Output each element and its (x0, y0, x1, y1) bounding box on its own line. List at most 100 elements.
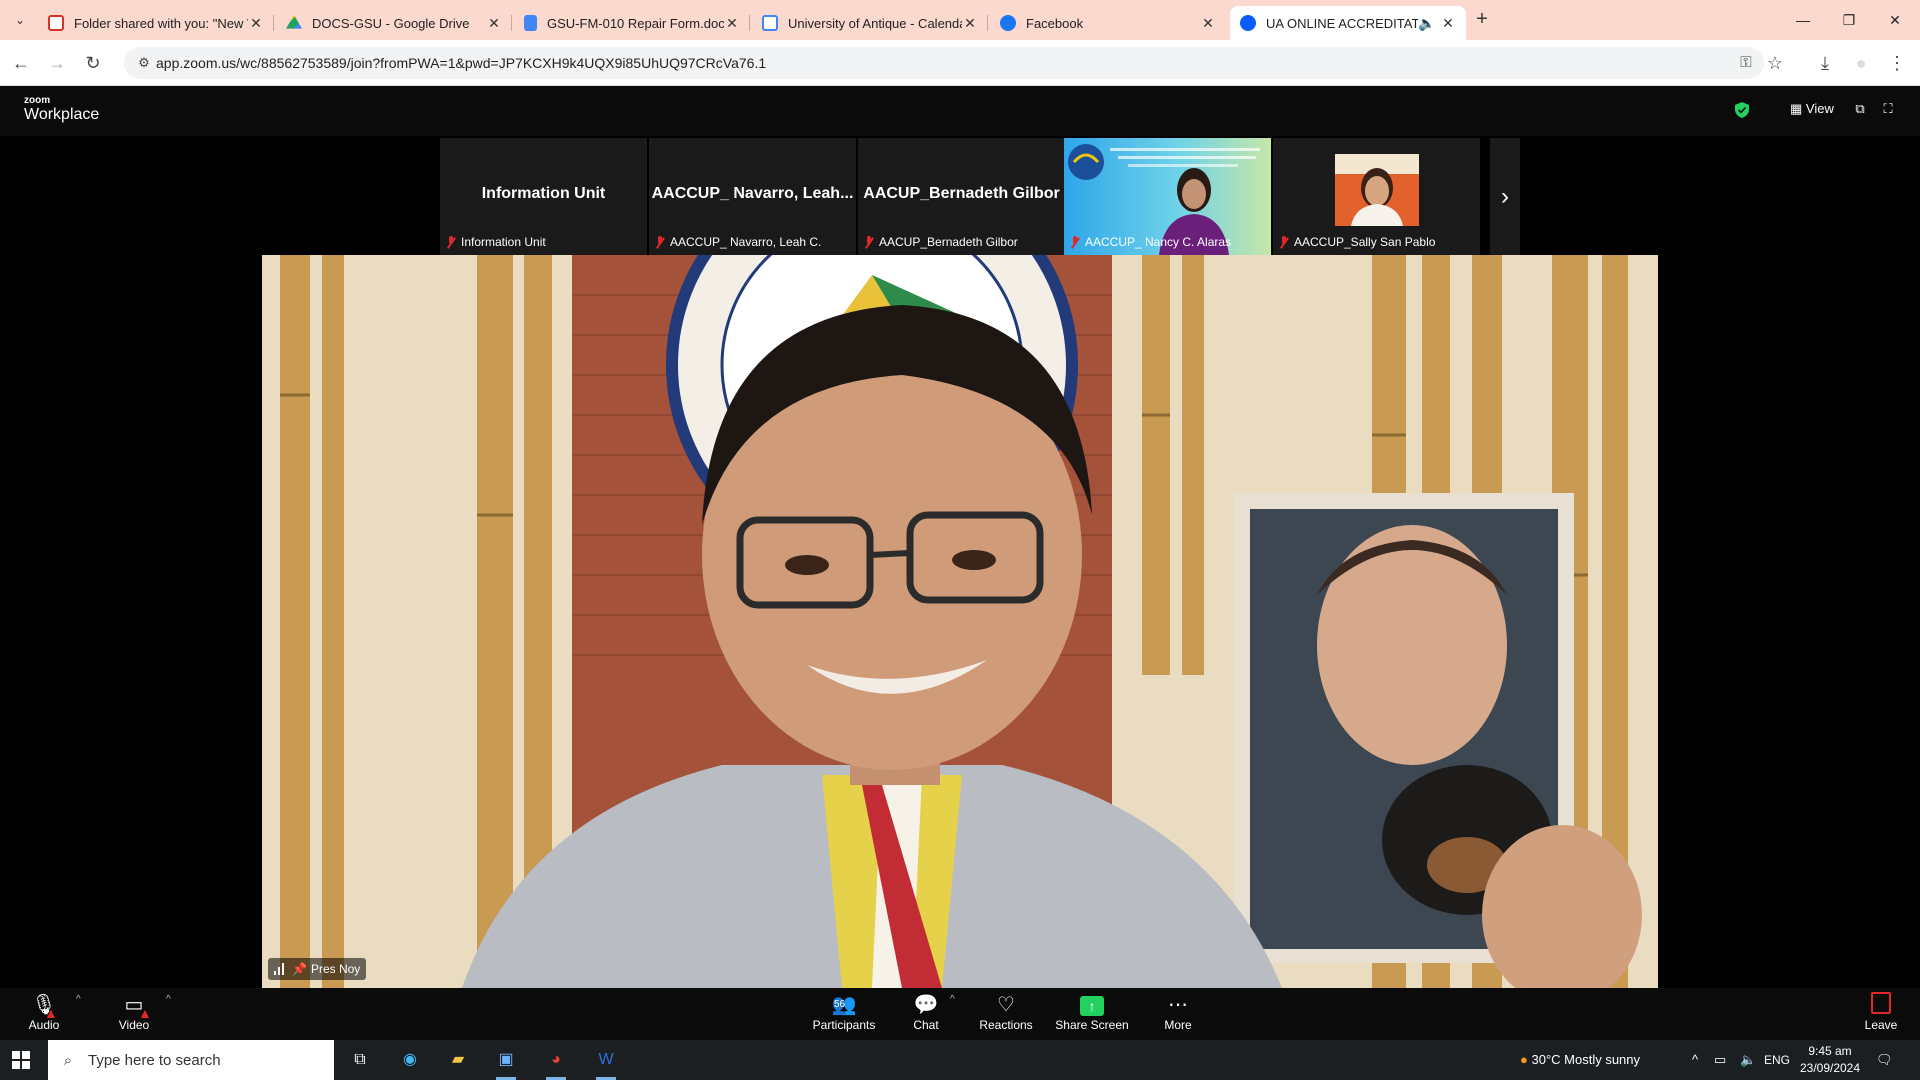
task-view-icon[interactable]: ⧉ (340, 1044, 380, 1076)
participant-tile[interactable]: AACUP_Bernadeth Gilbor AACUP_Bernadeth G… (858, 138, 1065, 255)
tab-title: Folder shared with you: "New V (74, 15, 248, 31)
participants-button[interactable]: 👥 56 Participants (808, 992, 880, 1038)
file-explorer-icon[interactable]: ▰ (438, 1044, 478, 1076)
more-button[interactable]: ⋯ More (1156, 992, 1200, 1038)
mic-muted-icon (1070, 236, 1080, 248)
minimize-meeting-icon[interactable]: ⧉ (1850, 101, 1870, 119)
tab-title: Facebook (1026, 15, 1084, 31)
audio-options-caret-icon[interactable]: ^ (76, 994, 81, 1005)
participant-tile[interactable]: Information Unit Information Unit (440, 138, 647, 255)
weather-widget[interactable]: ● 30°C Mostly sunny (1520, 1040, 1640, 1080)
grid-icon: ▦ (1790, 101, 1806, 116)
reactions-button[interactable]: ♡ Reactions (974, 992, 1038, 1038)
back-icon[interactable]: ← (8, 50, 34, 76)
tab-title: GSU-FM-010 Repair Form.docx (547, 15, 724, 31)
browser-tab[interactable]: GSU-FM-010 Repair Form.docx ✕ (514, 6, 750, 40)
password-key-icon[interactable]: ⚿ (1734, 53, 1758, 73)
calendar-icon (762, 15, 778, 31)
participant-tile-video[interactable]: AACCUP_Sally San Pablo (1273, 138, 1480, 255)
minimize-icon[interactable]: — (1780, 0, 1826, 40)
browser-tab-strip: ⌄ Folder shared with you: "New V ✕ DOCS-… (0, 0, 1920, 40)
fullscreen-icon[interactable]: ⛶ (1878, 101, 1898, 119)
forward-icon[interactable]: → (44, 50, 70, 76)
windows-taskbar: ⌕ Type here to search ⧉ ◉ ▰ ▣ ◕ W ● 30°C… (0, 1040, 1920, 1080)
restore-icon[interactable]: ❐ (1826, 0, 1872, 40)
chrome-menu-icon[interactable]: ⋮ (1884, 50, 1910, 76)
close-tab-icon[interactable]: ✕ (1200, 15, 1216, 32)
notifications-icon[interactable]: 🗨 (1876, 1040, 1893, 1080)
browser-tab[interactable]: Facebook ✕ (990, 6, 1226, 40)
close-tab-icon[interactable]: ✕ (486, 15, 502, 32)
mic-muted-icon: 🎙 ▲ (31, 994, 58, 1021)
share-screen-icon: ↑ (1052, 992, 1132, 1018)
encryption-shield-icon[interactable] (1735, 102, 1749, 118)
close-tab-icon[interactable]: ✕ (962, 15, 978, 32)
signal-strength-icon (274, 963, 286, 975)
tab-title: UA ONLINE ACCREDITATIO (1266, 15, 1418, 31)
drive-icon (286, 15, 302, 29)
video-options-caret-icon[interactable]: ^ (166, 994, 171, 1005)
close-tab-icon[interactable]: ✕ (248, 15, 264, 32)
browser-tab[interactable]: DOCS-GSU - Google Drive ✕ (276, 6, 512, 40)
browser-tab-active[interactable]: UA ONLINE ACCREDITATIO 🔈 ✕ (1230, 6, 1466, 40)
taskbar-search-box[interactable]: ⌕ Type here to search (48, 1040, 334, 1080)
mic-muted-icon (446, 236, 456, 248)
close-tab-icon[interactable]: ✕ (1440, 15, 1456, 32)
close-window-icon[interactable]: ✕ (1872, 0, 1918, 40)
bookmark-star-icon[interactable]: ☆ (1762, 50, 1788, 76)
network-icon[interactable]: ▭ (1714, 1040, 1726, 1080)
facebook-icon (1000, 15, 1016, 31)
speaker-video-feed (262, 255, 1658, 988)
tab-title: DOCS-GSU - Google Drive (312, 15, 470, 31)
app-window-icon[interactable]: ▣ (486, 1044, 526, 1080)
participant-tile-video[interactable]: AACCUP_ Nancy C. Alaras (1064, 138, 1271, 255)
video-off-icon: ▭ ▲ (124, 994, 152, 1021)
mic-muted-icon (1279, 236, 1289, 248)
participant-tile[interactable]: AACCUP_ Navarro, Leah... AACCUP_ Navarro… (649, 138, 856, 255)
reload-icon[interactable]: ↻ (80, 50, 106, 76)
video-button[interactable]: ▭ ▲ Video (112, 992, 156, 1038)
active-speaker-video[interactable]: 📌 Pres Noy (262, 255, 1658, 988)
tab-title: University of Antique - Calenda (788, 15, 962, 31)
new-tab-button[interactable]: + (1470, 8, 1494, 32)
chat-icon: 💬 (913, 994, 939, 1016)
profile-icon[interactable]: ● (1848, 50, 1874, 76)
download-icon[interactable]: ⤓ (1812, 50, 1838, 76)
docs-icon (524, 15, 537, 31)
gmail-icon (48, 15, 64, 31)
chat-options-caret-icon[interactable]: ^ (950, 994, 955, 1005)
tab-search-chevron-icon[interactable]: ⌄ (8, 8, 32, 32)
speaker-icon[interactable]: 🔈 (1418, 15, 1435, 32)
leave-button[interactable]: Leave (1862, 992, 1900, 1038)
language-indicator[interactable]: ENG (1764, 1040, 1790, 1080)
close-tab-icon[interactable]: ✕ (724, 15, 740, 32)
zoom-logo: zoom Workplace (24, 95, 100, 124)
browser-tab[interactable]: Folder shared with you: "New V ✕ (38, 6, 274, 40)
audio-button[interactable]: 🎙 ▲ Audio (22, 992, 66, 1038)
chat-button[interactable]: 💬 Chat (904, 992, 948, 1038)
next-page-chevron-icon[interactable]: › (1490, 138, 1520, 255)
site-info-icon[interactable]: ⚙ (134, 53, 154, 73)
url-text: app.zoom.us/wc/88562753589/join?fromPWA=… (156, 55, 767, 71)
participants-icon: 👥 56 (831, 994, 857, 1016)
show-hidden-icons-icon[interactable]: ^ (1692, 1040, 1698, 1080)
edge-icon[interactable]: ◉ (390, 1044, 430, 1076)
more-dots-icon: ⋯ (1168, 994, 1188, 1016)
participant-count-badge: 56 (834, 999, 846, 1010)
speaker-name-label: 📌 Pres Noy (268, 958, 367, 980)
zoom-header: zoom Workplace ▦ View ⧉ ⛶ (0, 86, 1920, 136)
taskbar-clock[interactable]: 9:45 am 23/09/2024 (1790, 1043, 1870, 1077)
meeting-toolbar: 🎙 ▲ Audio ^ ▭ ▲ Video ^ 👥 56 Participants 💬… (0, 988, 1920, 1040)
view-button[interactable]: ▦ View (1790, 101, 1834, 117)
share-screen-button[interactable]: ↑ Share Screen (1052, 992, 1132, 1038)
sun-icon: ● (1520, 1052, 1528, 1067)
windows-start-icon[interactable] (12, 1051, 30, 1069)
browser-tab[interactable]: University of Antique - Calenda ✕ (752, 6, 988, 40)
word-icon[interactable]: W (586, 1044, 626, 1080)
address-bar[interactable]: ⚙ app.zoom.us/wc/88562753589/join?fromPW… (124, 47, 1764, 79)
heart-icon: ♡ (997, 994, 1015, 1016)
volume-icon[interactable]: 🔈 (1740, 1040, 1756, 1080)
participant-thumbnail-strip: Information Unit Information Unit AACCUP… (440, 138, 1485, 255)
chrome-icon[interactable]: ◕ (536, 1044, 576, 1080)
pin-icon: 📌 (292, 962, 307, 976)
